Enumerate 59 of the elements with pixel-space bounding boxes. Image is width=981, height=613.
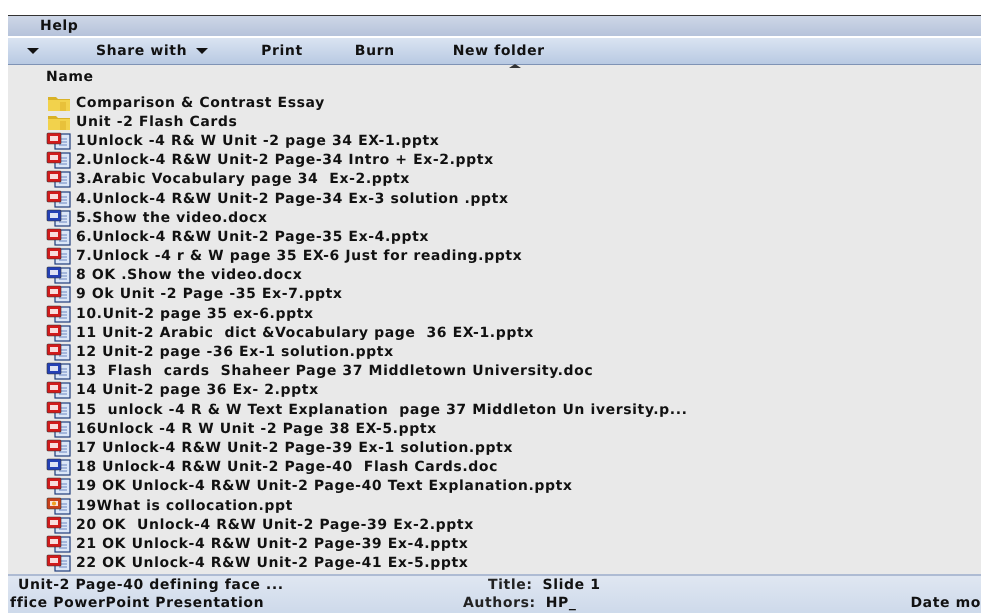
- file-name[interactable]: 10.Unit-2 page 35 ex-6.pptx: [76, 306, 314, 322]
- property-label: Title:: [488, 577, 533, 593]
- presentation-file-icon: [46, 190, 72, 208]
- file-name[interactable]: 18 Unlock-4 R&W Unit-2 Page-40 Flash Cards.doc: [76, 459, 498, 476]
- file-name[interactable]: 3.Arabic Vocabulary page 34 Ex-2.pptx: [76, 171, 410, 188]
- toolbar-button[interactable]: Share with: [90, 39, 216, 63]
- file-name[interactable]: 19 OK Unlock-4 R&W Unit-2 Page-40 Text Explanation.pptx: [76, 478, 573, 494]
- presentation-file-icon: [46, 343, 72, 362]
- presentation-file-icon: [46, 170, 72, 188]
- presentation-file-icon: [46, 534, 72, 553]
- file-name[interactable]: 20 OK Unlock-4 R&W Unit-2 Page-39 Ex-2.pptx: [76, 516, 474, 533]
- document-file-icon: [46, 266, 72, 284]
- property-value: Slide 1: [542, 577, 601, 593]
- menu-item[interactable]: Help: [40, 18, 78, 34]
- property-label: Authors:: [463, 595, 536, 611]
- presentation-file-icon: [46, 438, 72, 457]
- file-name[interactable]: 2.Unlock-4 R&W Unit-2 Page-34 Intro + Ex-2.pptx: [76, 152, 494, 168]
- presentation-file-icon: [46, 228, 72, 246]
- presentation-file-icon: [46, 420, 72, 438]
- presentation-file-icon: [46, 554, 72, 572]
- document-file-icon: [46, 362, 72, 380]
- file-name: Unit-2 Page-40 defining face ...: [17, 577, 285, 593]
- presentation-file-icon: [46, 516, 72, 534]
- file-name[interactable]: 5.Show the video.docx: [76, 210, 268, 226]
- folder-name[interactable]: Comparison & Contrast Essay: [76, 94, 325, 111]
- file-name[interactable]: 13 Flash cards Shaheer Page 37 Middletown University.doc: [76, 363, 594, 380]
- file-name[interactable]: 9 Ok Unit -2 Page -35 Ex-7.pptx: [76, 286, 343, 302]
- toolbar-button[interactable]: New folder: [446, 39, 551, 63]
- file-name[interactable]: 17 Unlock-4 R&W Unit-2 Page-39 Ex-1 solution.pptx: [76, 440, 514, 456]
- presentation-file-icon: [46, 400, 72, 419]
- document-file-icon: [46, 458, 72, 476]
- file-name[interactable]: 21 OK Unlock-4 R&W Unit-2 Page-39 Ex-4.pptx: [76, 536, 468, 552]
- file-name[interactable]: 7.Unlock -4 r & W page 35 EX-6 Just for reading.pptx: [76, 248, 522, 264]
- file-name[interactable]: 11 Unit-2 Arabic dict &Vocabulary page 36 EX-1.pptx: [76, 324, 534, 341]
- document-file-icon: [46, 208, 72, 227]
- file-name[interactable]: 12 Unit-2 page -36 Ex-1 solution.pptx: [76, 344, 394, 360]
- property-value: HP_: [546, 595, 576, 611]
- presentation-file-icon: [46, 381, 72, 400]
- file-name[interactable]: 6.Unlock-4 R&W Unit-2 Page-35 Ex-4.pptx: [76, 228, 430, 245]
- file-name[interactable]: 16Unlock -4 R W Unit -2 Page 38 EX-5.pptx: [76, 420, 437, 437]
- file-name[interactable]: 19What is collocation.ppt: [76, 498, 293, 514]
- file-name[interactable]: 15 unlock -4 R & W Text Explanation page 37 Middleton Un iversity.p...: [76, 402, 688, 418]
- presentation-file-icon: [46, 477, 72, 496]
- presentation-file-icon: [46, 151, 72, 170]
- toolbar-button[interactable]: Burn: [348, 39, 401, 63]
- file-name[interactable]: 8 OK .Show the video.docx: [76, 267, 302, 284]
- presentation-file-icon: [46, 285, 72, 304]
- presentation-file-icon: [46, 247, 72, 266]
- presentation-file-icon: [46, 132, 72, 150]
- file-name[interactable]: 1Unlock -4 R& W Unit -2 page 34 EX-1.pptx: [76, 132, 440, 149]
- property-label: Date mo: [910, 595, 981, 611]
- file-name[interactable]: 14 Unit-2 page 36 Ex- 2.pptx: [76, 382, 319, 398]
- toolbar-button[interactable]: Print: [255, 39, 309, 63]
- presentation-file-icon: [46, 304, 72, 323]
- file-name[interactable]: 22 OK Unlock-4 R&W Unit-2 Page-41 Ex-5.pptx: [76, 555, 468, 572]
- presentation-file-icon: [46, 496, 72, 515]
- file-name[interactable]: 4.Unlock-4 R&W Unit-2 Page-34 Ex-3 solution .pptx: [76, 190, 509, 207]
- folder-name[interactable]: Unit -2 Flash Cards: [76, 114, 238, 130]
- presentation-file-icon: [46, 324, 72, 342]
